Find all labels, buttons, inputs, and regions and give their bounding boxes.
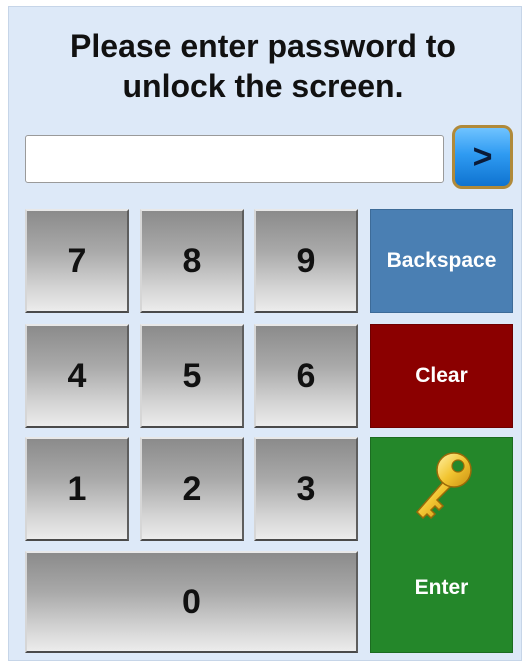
key-0[interactable]: 0 (25, 551, 358, 653)
password-input[interactable] (25, 135, 444, 183)
key-icon (415, 452, 472, 520)
key-2[interactable]: 2 (140, 437, 244, 541)
backspace-button[interactable]: Backspace (370, 209, 513, 313)
prompt-title: Please enter password to unlock the scre… (70, 28, 456, 104)
clear-button[interactable]: Clear (370, 324, 513, 428)
key-1[interactable]: 1 (25, 437, 129, 541)
key-4[interactable]: 4 (25, 324, 129, 428)
key-8[interactable]: 8 (140, 209, 244, 313)
key-5[interactable]: 5 (140, 324, 244, 428)
key-7[interactable]: 7 (25, 209, 129, 313)
go-button[interactable]: > (452, 125, 513, 189)
key-6[interactable]: 6 (254, 324, 358, 428)
key-3[interactable]: 3 (254, 437, 358, 541)
enter-label: Enter (414, 576, 469, 599)
enter-button[interactable]: Enter (370, 437, 513, 653)
key-9[interactable]: 9 (254, 209, 358, 313)
